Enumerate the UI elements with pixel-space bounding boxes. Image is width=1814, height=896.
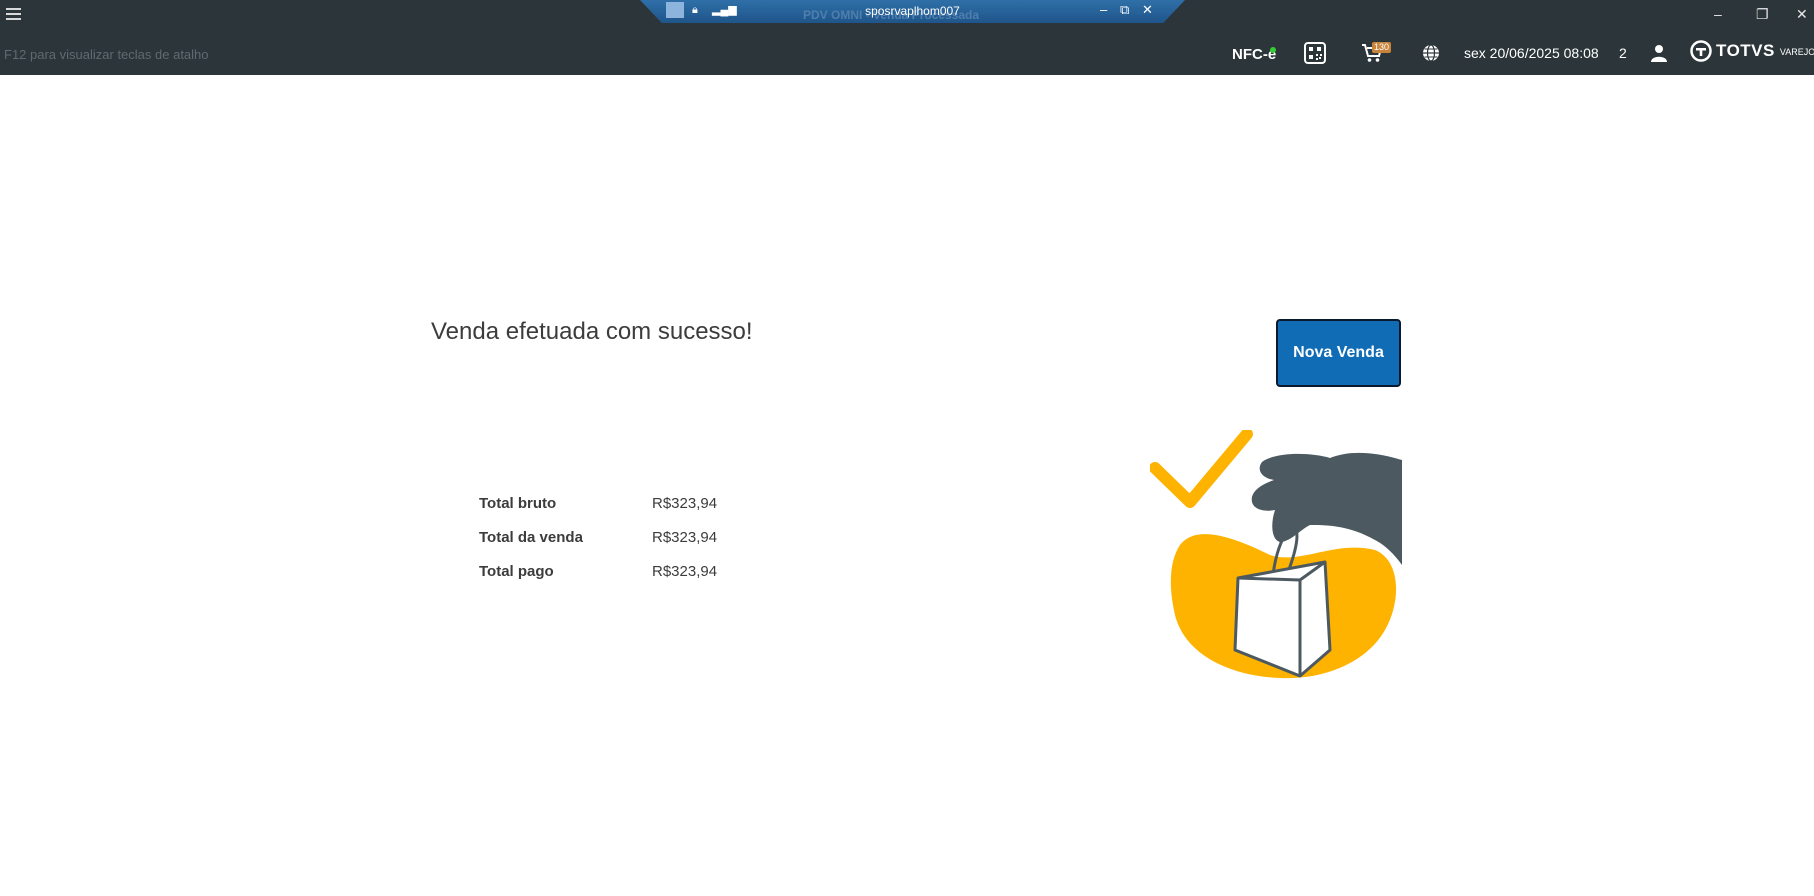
window-restore-button[interactable]: ❐ [1756,5,1769,23]
user-icon[interactable] [1646,40,1672,66]
total-value: R$323,94 [652,562,718,580]
window-titlebar: 🔒︎ ▂▄▆ PDV OMNI - Venda Processada sposr… [0,0,1814,30]
nfce-online-dot [1270,47,1276,53]
rdp-close-button[interactable]: ✕ [1142,2,1153,18]
brand-subtitle: VAREJO [1779,47,1814,57]
sale-success-illustration [1149,428,1402,685]
total-label: Total pago [479,562,554,580]
rdp-restore-button[interactable]: ⧉ [1120,2,1129,18]
terminal-counter: 2 [1619,45,1627,61]
hand-icon [1251,452,1402,565]
window-close-button[interactable]: ✕ [1796,5,1808,23]
qrcode-icon[interactable] [1302,40,1328,66]
date-time: sex 20/06/2025 08:08 [1464,45,1599,61]
hamburger-menu-icon[interactable] [6,8,21,20]
brand-name: TOTVS [1716,41,1775,60]
total-row: Total pago R$323,94 [479,554,717,588]
total-value: R$323,94 [652,494,718,512]
total-row: Total bruto R$323,94 [479,486,717,520]
cart-count-badge: 130 [1372,42,1392,53]
shortcut-hint: F12 para visualizar teclas de atalho [4,47,209,62]
checkmark-icon [1149,428,1253,508]
success-message: Venda efetuada com sucesso! [431,318,753,345]
window-minimize-button[interactable]: – [1714,5,1722,23]
totvs-logo-icon [1690,40,1712,62]
total-value: R$323,94 [652,528,718,546]
remote-desktop-bar: 🔒︎ ▂▄▆ PDV OMNI - Venda Processada sposr… [640,0,1185,23]
totals-table: Total bruto R$323,94 Total da venda R$32… [479,486,717,588]
globe-icon[interactable] [1418,40,1444,66]
totvs-logo: TOTVS VAREJO [1690,40,1814,62]
total-label: Total da venda [479,528,583,546]
total-row: Total da venda R$323,94 [479,520,717,554]
new-sale-button[interactable]: Nova Venda [1276,319,1401,387]
total-label: Total bruto [479,494,557,512]
rdp-minimize-button[interactable]: – [1100,2,1107,18]
app-header: F12 para visualizar teclas de atalho NFC… [0,30,1814,75]
